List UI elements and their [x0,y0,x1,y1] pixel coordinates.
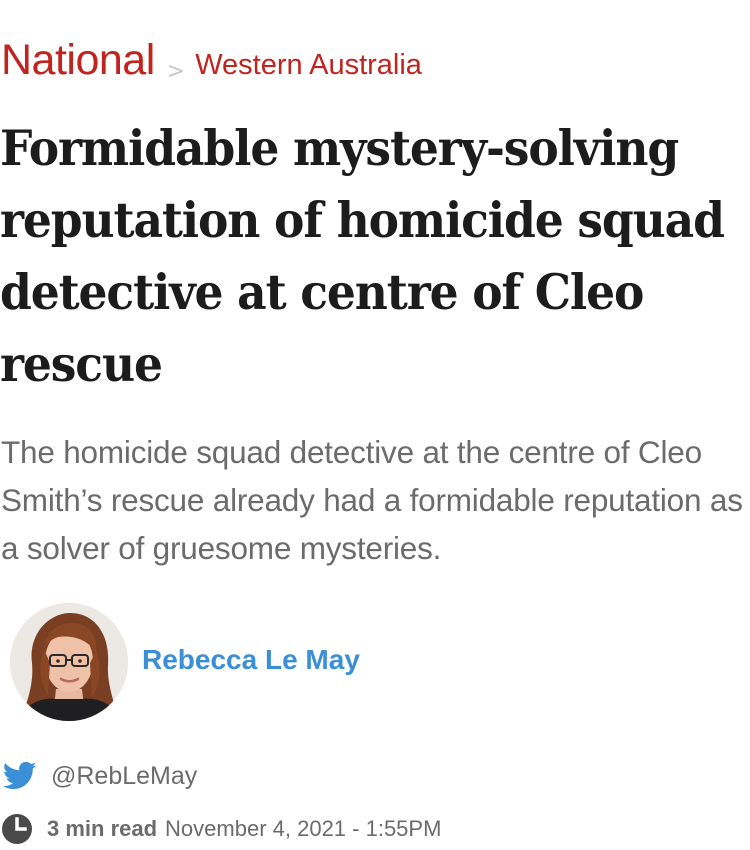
author-avatar[interactable] [10,603,128,721]
author-avatar-portrait [10,603,128,721]
author-name-link[interactable]: Rebecca Le May [142,644,360,676]
article-page: National > Western Australia Formidable … [0,0,750,845]
twitter-handle-link[interactable]: @RebLeMay [51,762,197,791]
clock-icon [1,813,33,845]
publish-date: November 4, 2021 - 1:55PM [165,816,442,841]
article-meta: 3 min read November 4, 2021 - 1:55PM [1,812,441,846]
article-headline: Formidable mystery-solving reputation of… [0,119,725,393]
twitter-bird-icon [2,761,37,791]
article-standfirst: The homicide squad detective at the cent… [1,434,743,566]
author-byline: Rebecca Le May [10,600,360,724]
author-twitter: @RebLeMay [2,758,197,794]
breadcrumb: National > Western Australia [1,36,422,86]
breadcrumb-section-national[interactable]: National [1,36,155,85]
breadcrumb-subsection-western-australia[interactable]: Western Australia [195,49,422,82]
breadcrumb-separator: > [166,59,186,84]
read-time: 3 min read [47,816,158,841]
